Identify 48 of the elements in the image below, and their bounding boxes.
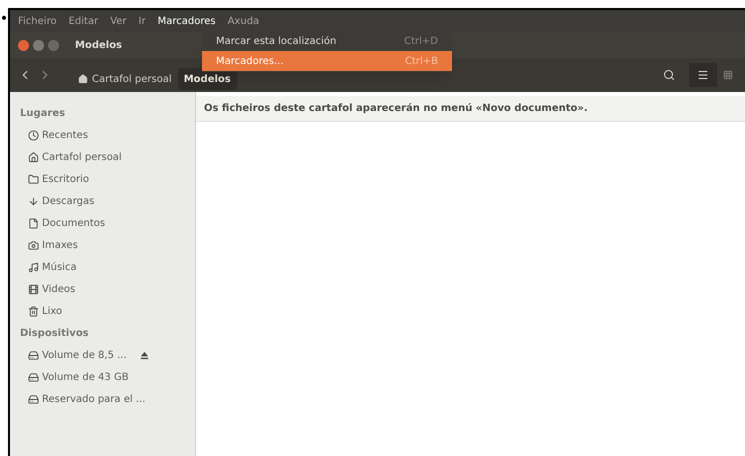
- menu-item[interactable]: Ficheiro: [16, 14, 59, 28]
- sidebar-item[interactable]: Reservado para el ...: [20, 388, 185, 410]
- sidebar-item[interactable]: Lixo: [20, 300, 185, 322]
- eject-icon[interactable]: [140, 350, 149, 360]
- path-button[interactable]: Modelos: [178, 68, 237, 90]
- sidebar-item[interactable]: Documentos: [20, 212, 185, 234]
- close-button[interactable]: [18, 40, 29, 50]
- grid-icon: [723, 70, 733, 80]
- menu-item[interactable]: Ir: [136, 14, 148, 28]
- sidebar-heading: Dispositivos: [20, 326, 90, 340]
- menu-item[interactable]: Marcadores: [156, 14, 218, 28]
- sidebar-item[interactable]: Volume de 8,5 ...: [20, 344, 185, 366]
- sidebar-item[interactable]: Recentes: [20, 124, 185, 146]
- camera-icon: [28, 240, 39, 250]
- download-icon: [28, 196, 39, 206]
- list-icon: [697, 69, 709, 81]
- sidebar-item[interactable]: Escritorio: [20, 168, 185, 190]
- search-icon: [663, 69, 675, 81]
- menu-entry[interactable]: Marcadores... Ctrl+B: [202, 51, 452, 71]
- drive-icon: [28, 394, 39, 404]
- minimize-button[interactable]: [33, 40, 44, 50]
- sidebar-item[interactable]: Descargas: [20, 190, 185, 212]
- sidebar-item[interactable]: Volume de 43 GB: [20, 366, 185, 388]
- drive-icon: [28, 350, 39, 360]
- sidebar-item[interactable]: Música: [20, 256, 185, 278]
- document-icon: [28, 218, 39, 228]
- home-icon: [78, 74, 88, 84]
- sidebar-item[interactable]: Videos: [20, 278, 185, 300]
- maximize-button[interactable]: [48, 40, 59, 50]
- film-icon: [28, 284, 39, 294]
- info-message: Os ficheiros deste cartafol aparecerán no menú «Novo documento».: [204, 102, 588, 116]
- menu-item[interactable]: Editar: [66, 14, 100, 28]
- sidebar-item[interactable]: Cartafol persoal: [20, 146, 185, 168]
- sidebar-heading: Lugares: [20, 106, 66, 120]
- menu-entry[interactable]: Marcar esta localización Ctrl+D: [202, 31, 452, 51]
- folder-icon: [28, 174, 39, 184]
- list-view-button[interactable]: [689, 63, 717, 87]
- drive-icon: [28, 372, 39, 382]
- menu-item[interactable]: Ver: [108, 14, 129, 28]
- bullet: •: [0, 12, 8, 29]
- home-icon: [28, 152, 39, 162]
- sidebar-item[interactable]: Imaxes: [20, 234, 185, 256]
- path-button[interactable]: Cartafol persoal: [72, 68, 178, 90]
- clock-icon: [28, 130, 39, 140]
- trash-icon: [28, 306, 39, 316]
- window-title: Modelos: [75, 38, 122, 52]
- music-icon: [28, 262, 39, 272]
- menu-item[interactable]: Axuda: [226, 14, 262, 28]
